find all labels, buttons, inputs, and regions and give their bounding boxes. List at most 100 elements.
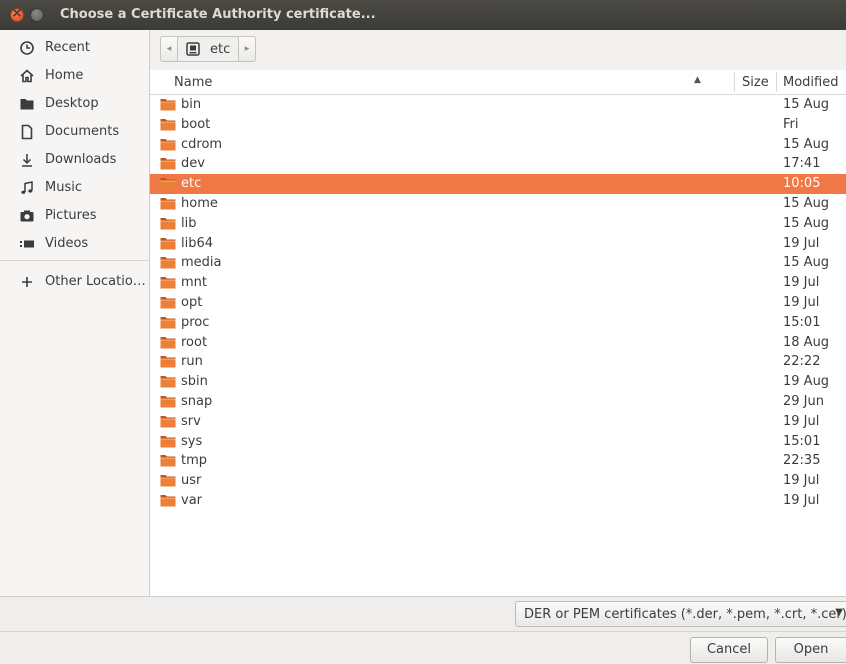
music-icon xyxy=(21,181,33,194)
bottom-separator xyxy=(0,631,846,632)
sort-ascending-icon: ▲ xyxy=(694,75,701,85)
folder-icon xyxy=(160,158,176,170)
folder-icon xyxy=(160,217,176,230)
sidebar-item-recent[interactable]: Recent xyxy=(0,34,149,62)
file-row[interactable]: snap 29 Jun xyxy=(150,392,846,412)
file-row[interactable]: lib 15 Aug xyxy=(150,214,846,234)
file-name: tmp xyxy=(181,453,208,469)
file-list[interactable]: Name ▲ Size Modified bin 15 Aug boot Fri cdr… xyxy=(150,70,846,596)
file-row[interactable]: boot Fri xyxy=(150,115,846,135)
file-name: sys xyxy=(181,433,203,449)
file-modified: 22:35 xyxy=(783,453,821,469)
file-row[interactable]: var 19 Jul xyxy=(150,491,846,511)
file-row[interactable]: dev 17:41 xyxy=(150,154,846,174)
file-name: sbin xyxy=(181,374,208,390)
file-modified: 15 Aug xyxy=(783,215,830,231)
file-modified: 19 Jul xyxy=(783,473,820,489)
sidebar-item-label: Music xyxy=(45,180,82,195)
sidebar-separator xyxy=(0,260,149,261)
folder-icon xyxy=(160,415,176,428)
close-window-button[interactable] xyxy=(10,6,24,22)
desktop-folder-icon xyxy=(20,99,34,110)
file-type-filter-select[interactable]: DER or PEM certificates (*.der, *.pem, *… xyxy=(515,601,846,627)
sidebar-item-other-locations[interactable]: Other Locations xyxy=(0,268,149,296)
sidebar-item-videos[interactable]: Videos xyxy=(0,230,149,258)
file-row[interactable]: mnt 19 Jul xyxy=(150,273,846,293)
sidebar-item-home[interactable]: Home xyxy=(0,62,149,90)
dropdown-arrow-icon: ▼ xyxy=(835,607,843,618)
column-header-modified[interactable]: Modified xyxy=(783,75,838,90)
file-modified: 15 Aug xyxy=(783,136,830,152)
folder-icon xyxy=(160,237,176,250)
path-segment-etc[interactable]: etc xyxy=(177,36,239,62)
file-row[interactable]: run 22:22 xyxy=(150,352,846,372)
clock-icon xyxy=(20,41,34,55)
file-row[interactable]: root 18 Aug xyxy=(150,333,846,353)
folder-icon xyxy=(160,475,176,487)
column-header-row: Name ▲ Size Modified xyxy=(150,70,846,95)
sidebar-item-documents[interactable]: Documents xyxy=(0,118,149,146)
open-button[interactable]: Open xyxy=(775,637,846,663)
sidebar-item-desktop[interactable]: Desktop xyxy=(0,90,149,118)
file-modified: 19 Jul xyxy=(783,493,820,508)
minimize-window-button[interactable] xyxy=(30,8,44,22)
places-sidebar: Recent Home Desktop Documents Downloads … xyxy=(0,30,150,596)
file-row[interactable]: sys 15:01 xyxy=(150,432,846,452)
file-row[interactable]: usr 19 Jul xyxy=(150,471,846,491)
folder-icon xyxy=(160,99,176,111)
file-row[interactable]: srv 19 Jul xyxy=(150,412,846,432)
file-name: snap xyxy=(181,394,213,409)
file-modified: 18 Aug xyxy=(783,334,830,350)
file-modified: 15 Aug xyxy=(783,255,830,271)
video-icon xyxy=(20,240,34,248)
file-name: usr xyxy=(181,473,202,489)
document-icon xyxy=(21,124,33,140)
sidebar-item-music[interactable]: Music xyxy=(0,174,149,202)
plus-icon xyxy=(22,277,32,287)
file-name: lib xyxy=(181,215,197,231)
file-name: bin xyxy=(181,97,202,112)
camera-icon xyxy=(20,210,34,222)
sidebar-item-label: Pictures xyxy=(45,208,97,223)
file-modified: 15 Aug xyxy=(783,97,830,112)
path-segment-label: etc xyxy=(210,42,231,57)
sidebar-item-label: Recent xyxy=(45,40,90,55)
folder-icon xyxy=(160,178,176,190)
file-row[interactable]: bin 15 Aug xyxy=(150,95,846,115)
file-row[interactable]: media 15 Aug xyxy=(150,253,846,273)
path-scroll-right-button[interactable]: ▸ xyxy=(238,36,256,62)
file-row[interactable]: tmp 22:35 xyxy=(150,451,846,471)
file-modified: 19 Jul xyxy=(783,295,820,310)
file-name: boot xyxy=(181,116,211,132)
column-header-name[interactable]: Name xyxy=(174,75,212,90)
folder-icon xyxy=(160,356,176,368)
sidebar-item-label: Desktop xyxy=(45,96,99,111)
sidebar-item-label: Downloads xyxy=(45,152,117,167)
sidebar-item-label: Home xyxy=(45,68,84,83)
file-row[interactable]: sbin 19 Aug xyxy=(150,372,846,392)
file-modified: 17:41 xyxy=(783,156,821,172)
sidebar-item-downloads[interactable]: Downloads xyxy=(0,146,149,174)
folder-icon xyxy=(160,376,176,388)
file-row[interactable]: cdrom 15 Aug xyxy=(150,135,846,155)
file-modified: 15:01 xyxy=(783,314,821,330)
file-row[interactable]: lib64 19 Jul xyxy=(150,234,846,254)
cancel-button[interactable]: Cancel xyxy=(690,637,768,663)
path-scroll-left-button[interactable]: ◂ xyxy=(160,36,178,62)
file-name: home xyxy=(181,196,218,211)
file-row[interactable]: etc 10:05 xyxy=(150,174,846,194)
sidebar-item-pictures[interactable]: Pictures xyxy=(0,202,149,230)
file-modified: 29 Jun xyxy=(783,394,824,409)
file-modified: 19 Jul xyxy=(783,413,820,429)
file-row[interactable]: opt 19 Jul xyxy=(150,293,846,313)
column-header-size[interactable]: Size xyxy=(742,75,769,90)
file-row[interactable]: proc 15:01 xyxy=(150,313,846,333)
folder-icon xyxy=(160,257,176,269)
folder-icon xyxy=(160,198,176,210)
file-name: etc xyxy=(181,176,202,192)
file-name: media xyxy=(181,255,222,271)
file-modified: 15 Aug xyxy=(783,196,830,211)
file-name: proc xyxy=(181,314,210,330)
file-row[interactable]: home 15 Aug xyxy=(150,194,846,214)
folder-icon xyxy=(160,396,176,408)
